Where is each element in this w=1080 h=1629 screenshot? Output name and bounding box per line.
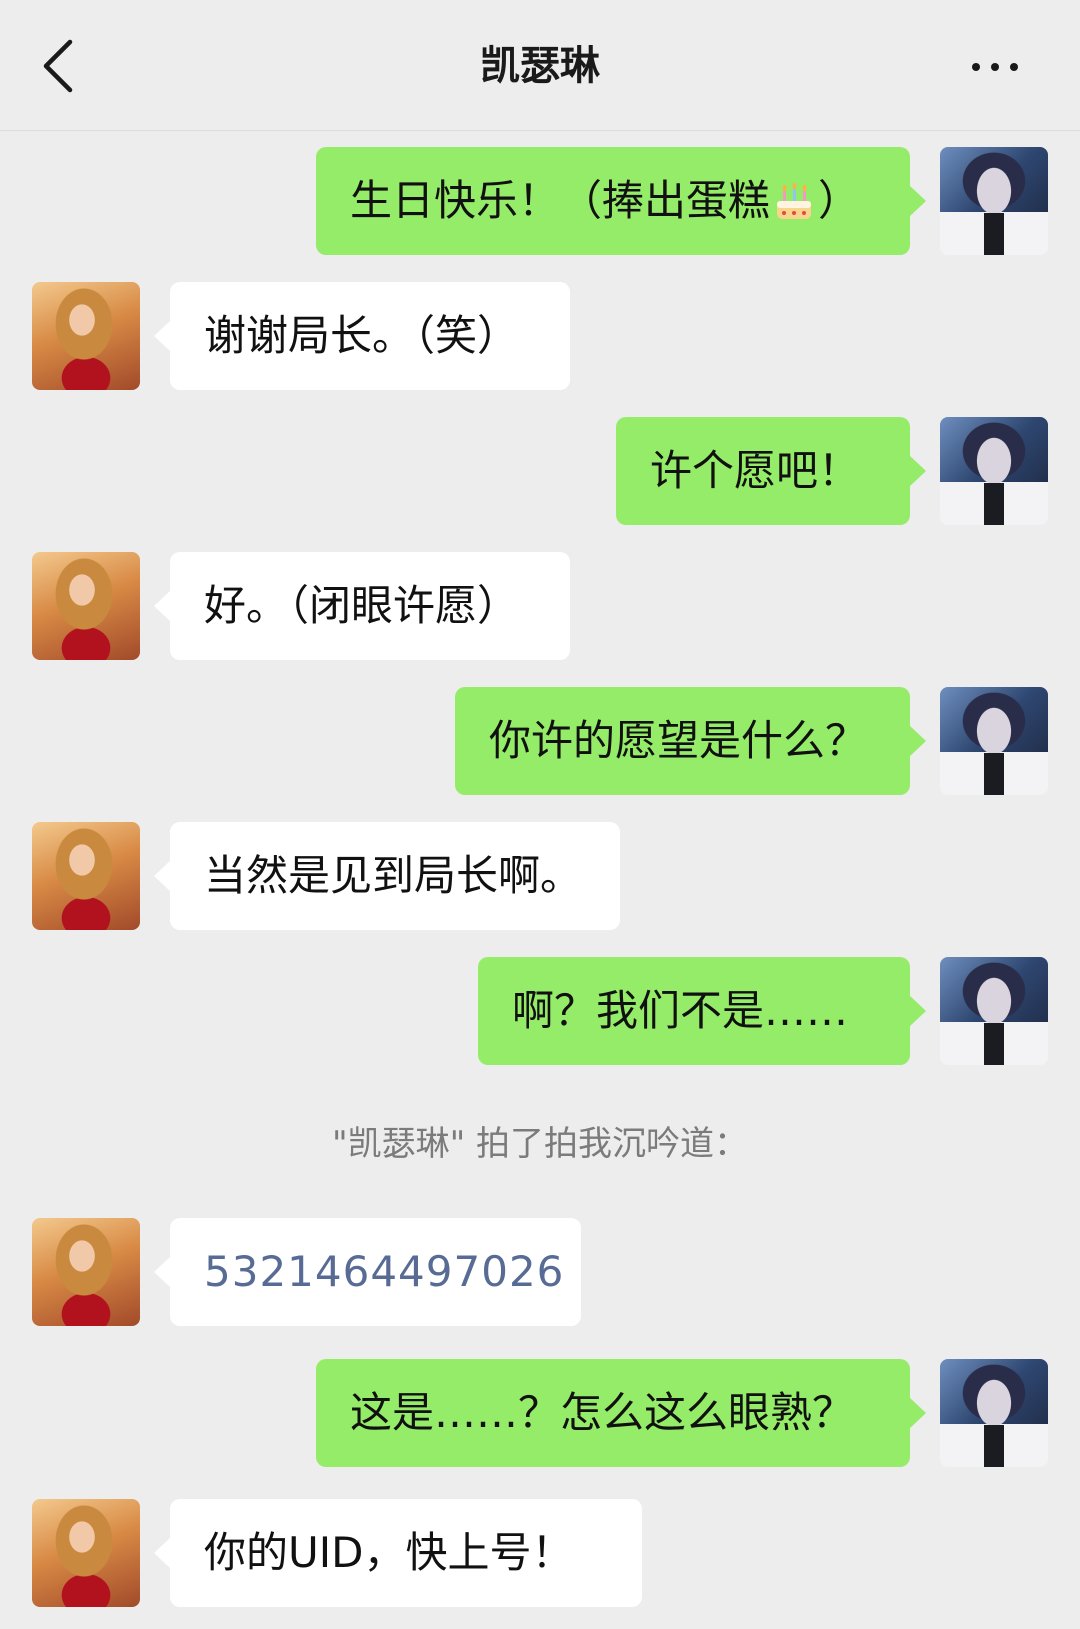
- avatar-contact[interactable]: [32, 552, 140, 660]
- message-bubble-received[interactable]: 你的UID，快上号！: [154, 1499, 642, 1607]
- message-text: 许个愿吧！: [650, 445, 861, 495]
- message-bubble-received[interactable]: 当然是见到局长啊。: [154, 822, 620, 930]
- chat-title: 凯瑟琳: [480, 43, 600, 89]
- pat-notice: "凯瑟琳" 拍了拍我沉吟道：: [331, 1124, 749, 1164]
- message-bubble-sent[interactable]: 生日快乐！（捧出蛋糕 ）: [316, 147, 926, 255]
- more-icon-dot: [991, 63, 999, 71]
- avatar-contact[interactable]: [32, 1499, 140, 1607]
- message-list[interactable]: 生日快乐！（捧出蛋糕 ） 谢谢局长。（笑） 许个愿吧！ 好。（闭眼许愿） 你许的…: [0, 131, 1080, 1629]
- message-bubble-received[interactable]: 好。（闭眼许愿）: [154, 552, 570, 660]
- more-icon-dot: [1010, 63, 1018, 71]
- message-text: 生日快乐！（捧出蛋糕: [350, 175, 771, 225]
- more-button[interactable]: [950, 44, 1040, 90]
- avatar-me[interactable]: [940, 687, 1048, 795]
- avatar-me[interactable]: [940, 147, 1048, 255]
- top-bar: 凯瑟琳: [0, 0, 1080, 131]
- avatar-me[interactable]: [940, 957, 1048, 1065]
- message-text-end: ）: [818, 175, 861, 225]
- more-icon: [972, 63, 980, 71]
- avatar-contact[interactable]: [32, 822, 140, 930]
- message-row: 你许的愿望是什么？: [0, 687, 1080, 795]
- message-row: 当然是见到局长啊。: [0, 822, 1080, 930]
- avatar-contact[interactable]: [32, 1218, 140, 1326]
- message-text: 啊？我们不是……: [512, 985, 849, 1035]
- message-row: 生日快乐！（捧出蛋糕 ）: [0, 147, 1080, 255]
- message-text: 你许的愿望是什么？: [489, 715, 868, 765]
- message-bubble-sent[interactable]: 这是……？怎么这么眼熟？: [316, 1359, 926, 1467]
- avatar-me[interactable]: [940, 417, 1048, 525]
- avatar-contact[interactable]: [32, 282, 140, 390]
- message-row: 这是……？怎么这么眼熟？: [0, 1359, 1080, 1467]
- message-row: 啊？我们不是……: [0, 957, 1080, 1065]
- message-text: 好。（闭眼许愿）: [204, 580, 520, 630]
- message-text: 你的UID，快上号！: [204, 1527, 574, 1577]
- message-bubble-sent[interactable]: 啊？我们不是……: [478, 957, 926, 1065]
- avatar-me[interactable]: [940, 1359, 1048, 1467]
- message-bubble-received[interactable]: 5321464497026: [154, 1218, 581, 1326]
- message-row: 谢谢局长。（笑）: [0, 282, 1080, 390]
- message-text: 谢谢局长。（笑）: [204, 310, 520, 360]
- birthday-cake-icon: [772, 179, 816, 223]
- message-bubble-sent[interactable]: 许个愿吧！: [616, 417, 926, 525]
- message-text: 当然是见到局长啊。: [204, 850, 583, 900]
- message-row: 5321464497026: [0, 1218, 1080, 1326]
- message-row: 你的UID，快上号！: [0, 1499, 1080, 1607]
- message-bubble-sent[interactable]: 你许的愿望是什么？: [455, 687, 926, 795]
- message-bubble-received[interactable]: 谢谢局长。（笑）: [154, 282, 570, 390]
- message-row: 许个愿吧！: [0, 417, 1080, 525]
- chat-screen: 凯瑟琳 生日快乐！（捧出蛋糕 ） 谢谢局长。（笑） 许个愿吧！ 好。（闭眼许愿）…: [0, 0, 1080, 1629]
- message-text: 这是……？怎么这么眼熟？: [350, 1387, 855, 1437]
- uid-link[interactable]: 5321464497026: [204, 1247, 564, 1297]
- message-row: 好。（闭眼许愿）: [0, 552, 1080, 660]
